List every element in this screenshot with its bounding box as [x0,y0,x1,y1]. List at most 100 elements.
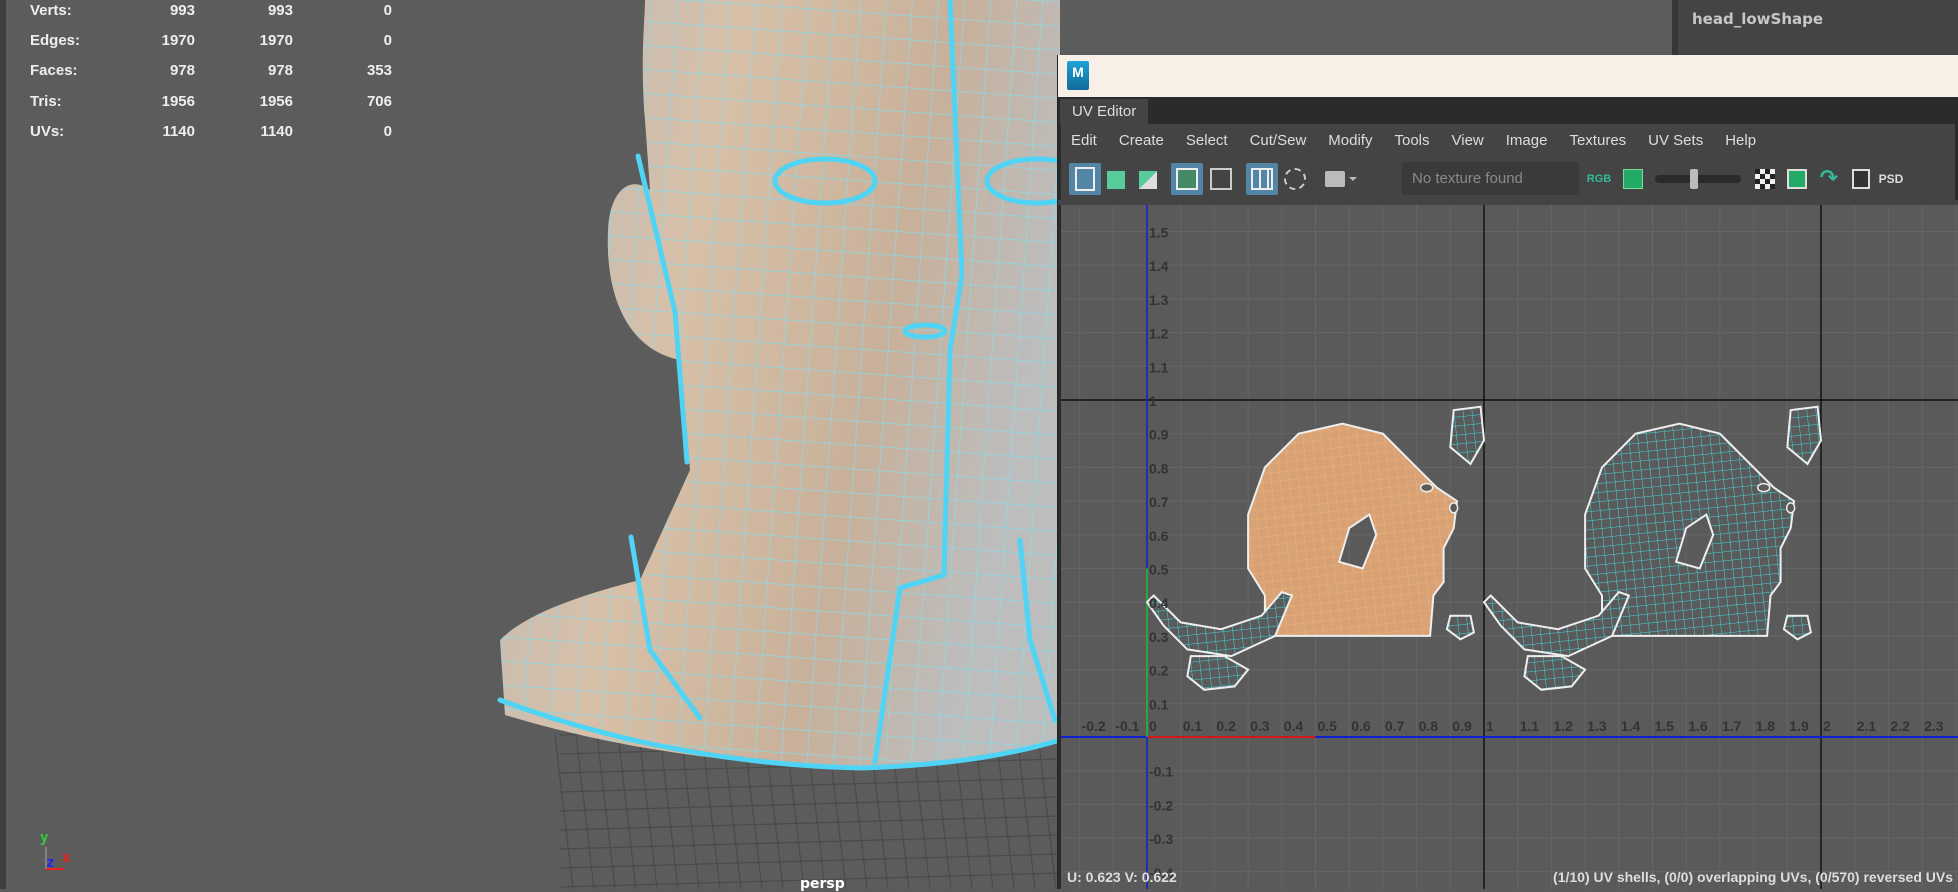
uv-face-icon[interactable] [1101,163,1133,195]
u-tick-label: 0.1 [1183,718,1203,734]
uv-viewport[interactable]: 3-0.2-0.100.10.20.30.40.50.60.70.80.911.… [1058,205,1958,889]
texture-image-icon[interactable] [1781,163,1813,195]
v-tick-label: 1.3 [1149,292,1169,308]
v-tick-label: 1.2 [1149,326,1169,342]
stat-row: UVs: 1140 1140 0 [30,123,430,143]
u-tick-label: 0 [1149,718,1157,734]
v-tick-label: 0.8 [1149,460,1169,476]
u-tick-label: 1.6 [1688,718,1708,734]
refresh-icon[interactable]: ↷ [1813,163,1845,195]
menu-edit[interactable]: Edit [1071,132,1097,149]
psd-icon[interactable]: PSD [1875,163,1907,195]
v-tick-label: 1.5 [1149,225,1169,241]
uv-shell[interactable] [1187,656,1248,690]
v-tick-label: 1 [1149,393,1157,409]
stat-value: 1970 [162,32,195,49]
u-tick-label: 0.3 [1250,718,1270,734]
u-tick-label: 1.1 [1520,718,1540,734]
tab-uv-editor[interactable]: UV Editor [1060,99,1148,124]
menu-view[interactable]: View [1452,132,1484,149]
shape-name: head_lowShape [1692,10,1823,28]
stat-label: Edges: [30,32,80,49]
u-tick-label: 0.8 [1419,718,1439,734]
stat-value: 1140 [162,123,195,140]
u-tick-label: 1.5 [1655,718,1675,734]
stat-value: 978 [268,62,293,79]
uv-grid-icon[interactable] [1246,163,1278,195]
u-tick-label: 2.1 [1857,718,1877,734]
stat-value: 1140 [260,123,293,140]
tab-bar: UV Editor [1058,97,1958,124]
eye-hole [1787,503,1795,513]
stat-value: 993 [170,2,195,19]
menu-bar: Edit Create Select Cut/Sew Modify Tools View Im… [1058,124,1958,156]
stat-label: Faces: [30,62,78,79]
stat-value: 0 [384,123,392,140]
stat-value: 0 [384,2,392,19]
u-tick-label: 0.7 [1385,718,1405,734]
v-tick-label: 1.4 [1149,258,1169,274]
shaded-display-icon[interactable] [1279,163,1311,195]
uv-shell[interactable] [1450,407,1484,464]
u-tick-label: -0.2 [1082,718,1106,734]
v-tick-label: 0.3 [1149,629,1169,645]
menu-uvsets[interactable]: UV Sets [1648,132,1703,149]
stat-value: 706 [367,93,392,110]
uv-editor-window[interactable]: M UV Editor Edit Create Select Cut/Sew Modif… [1057,55,1958,889]
menu-create[interactable]: Create [1119,132,1164,149]
uv-mode-icon[interactable] [1133,163,1165,195]
uv-shell[interactable] [1524,656,1585,690]
menu-help[interactable]: Help [1725,132,1756,149]
exposure-slider[interactable] [1655,175,1741,183]
menu-select[interactable]: Select [1186,132,1228,149]
menu-textures[interactable]: Textures [1569,132,1626,149]
dim-image-icon[interactable] [1845,163,1877,195]
u-tick-label: 2.2 [1890,718,1910,734]
maya-logo-icon: M [1067,61,1089,90]
menu-image[interactable]: Image [1506,132,1548,149]
isolate-select-icon[interactable] [1171,163,1203,195]
u-tick-label: 0.6 [1351,718,1371,734]
title-bar[interactable]: M [1058,55,1958,97]
checker-icon[interactable] [1749,163,1781,195]
texture-dropdown[interactable]: No texture found [1402,162,1579,195]
stat-row: Verts:9939930 [30,2,430,22]
u-tick-label: 0.4 [1284,718,1304,734]
stat-row: Edges:197019700 [30,32,430,52]
uv-shell[interactable] [1787,407,1821,464]
stat-value: 0 [384,32,392,49]
grid-display-icon[interactable] [1205,163,1237,195]
u-tick-label: -0.1 [1115,718,1139,734]
snapshot-camera-icon[interactable] [1321,163,1361,195]
eye-hole [1421,484,1433,492]
v-tick-label: 0.1 [1149,696,1169,712]
uv-grid: 3-0.2-0.100.10.20.30.40.50.60.70.80.911.… [1061,205,1958,889]
u-tick-label: 2.3 [1924,718,1944,734]
u-tick-label: 1.7 [1722,718,1742,734]
uv-coordinate-readout: U: 0.623 V: 0.622 [1067,869,1177,885]
v-tick-label: 0.7 [1149,494,1169,510]
rgb-channel-icon[interactable]: RGB [1583,163,1615,195]
eye-hole [1450,503,1458,513]
menu-cutsew[interactable]: Cut/Sew [1250,132,1307,149]
uv-shell-icon[interactable] [1069,163,1101,195]
u-tick-label: 0.5 [1318,718,1338,734]
stat-label: UVs: [30,123,64,140]
v-tick-label: 0.5 [1149,562,1169,578]
image-display-icon[interactable] [1617,163,1649,195]
u-tick-label: 2 [1823,718,1831,734]
stat-value: 353 [367,62,392,79]
v-tick-label: -0.2 [1149,797,1173,813]
menu-tools[interactable]: Tools [1394,132,1429,149]
v-tick-label: 1.1 [1149,359,1169,375]
stat-row: Tris:19561956706 [30,93,430,113]
eye-hole [1758,484,1770,492]
u-tick-label: 0.9 [1452,718,1472,734]
v-tick-label: 0.6 [1149,528,1169,544]
u-tick-label: 1.9 [1789,718,1809,734]
v-tick-label: -0.3 [1149,831,1173,847]
stat-label: Tris: [30,93,62,110]
v-tick-label: 0.2 [1149,663,1169,679]
attribute-panel: head_lowShape [1672,0,1958,55]
menu-modify[interactable]: Modify [1328,132,1372,149]
